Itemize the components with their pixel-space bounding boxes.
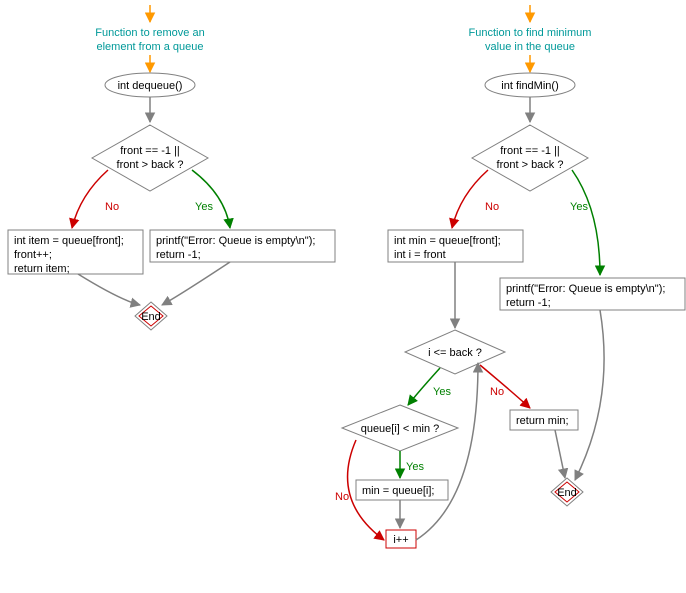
edge-loop-no xyxy=(480,365,530,408)
title-right-line1: Function to find minimum xyxy=(469,27,592,39)
cond-right-line1: front == -1 || xyxy=(500,145,560,157)
edge-no-left xyxy=(72,170,108,228)
init-l1: int min = queue[front]; xyxy=(394,235,501,247)
cond-node-right xyxy=(472,125,588,191)
edge-no-right xyxy=(452,170,488,228)
end-node-left: End xyxy=(135,302,167,330)
flowchart-dequeue: Function to remove an element from a que… xyxy=(8,5,335,330)
yes-block-l1: printf("Error: Queue is empty\n"); xyxy=(156,235,315,247)
assign-label: min = queue[i]; xyxy=(362,485,434,497)
return-label: return min; xyxy=(516,415,569,427)
end-node-right: End xyxy=(551,478,583,506)
incr-label: i++ xyxy=(393,534,408,546)
cond-right-line2: front > back ? xyxy=(497,159,564,171)
title-left-line1: Function to remove an xyxy=(95,27,204,39)
label-inner-no: No xyxy=(335,491,349,503)
label-loop-yes: Yes xyxy=(433,386,451,398)
label-no-left: No xyxy=(105,201,119,213)
arrow-return-end xyxy=(555,430,565,478)
cond-left-line2: front > back ? xyxy=(117,159,184,171)
label-yes-left: Yes xyxy=(195,201,213,213)
arrow-error-end xyxy=(575,310,604,480)
label-loop-no: No xyxy=(490,386,504,398)
no-block-l1: int item = queue[front]; xyxy=(14,235,124,247)
end-label-right: End xyxy=(557,487,577,499)
no-block-l2: front++; xyxy=(14,249,52,261)
error-l2: return -1; xyxy=(506,297,551,309)
arrow-yesblock-end-left xyxy=(162,262,230,305)
end-label-left: End xyxy=(141,311,161,323)
no-block-l3: return item; xyxy=(14,263,70,275)
error-l1: printf("Error: Queue is empty\n"); xyxy=(506,283,665,295)
inner-cond-label: queue[i] < min ? xyxy=(361,423,440,435)
cond-node-left xyxy=(92,125,208,191)
label-yes-right: Yes xyxy=(570,201,588,213)
label-inner-yes: Yes xyxy=(406,461,424,473)
yes-block-l2: return -1; xyxy=(156,249,201,261)
loop-cond-label: i <= back ? xyxy=(428,347,482,359)
arrow-noblock-end-left xyxy=(78,274,140,305)
label-no-right: No xyxy=(485,201,499,213)
start-label-left: int dequeue() xyxy=(118,80,183,92)
edge-yes-right xyxy=(572,170,600,275)
start-label-right: int findMin() xyxy=(501,80,558,92)
edge-yes-left xyxy=(192,170,230,228)
title-left-line2: element from a queue xyxy=(96,41,203,53)
cond-left-line1: front == -1 || xyxy=(120,145,180,157)
title-right-line2: value in the queue xyxy=(485,41,575,53)
init-l2: int i = front xyxy=(394,249,446,261)
flowchart-findmin: Function to find minimum value in the qu… xyxy=(335,5,685,548)
